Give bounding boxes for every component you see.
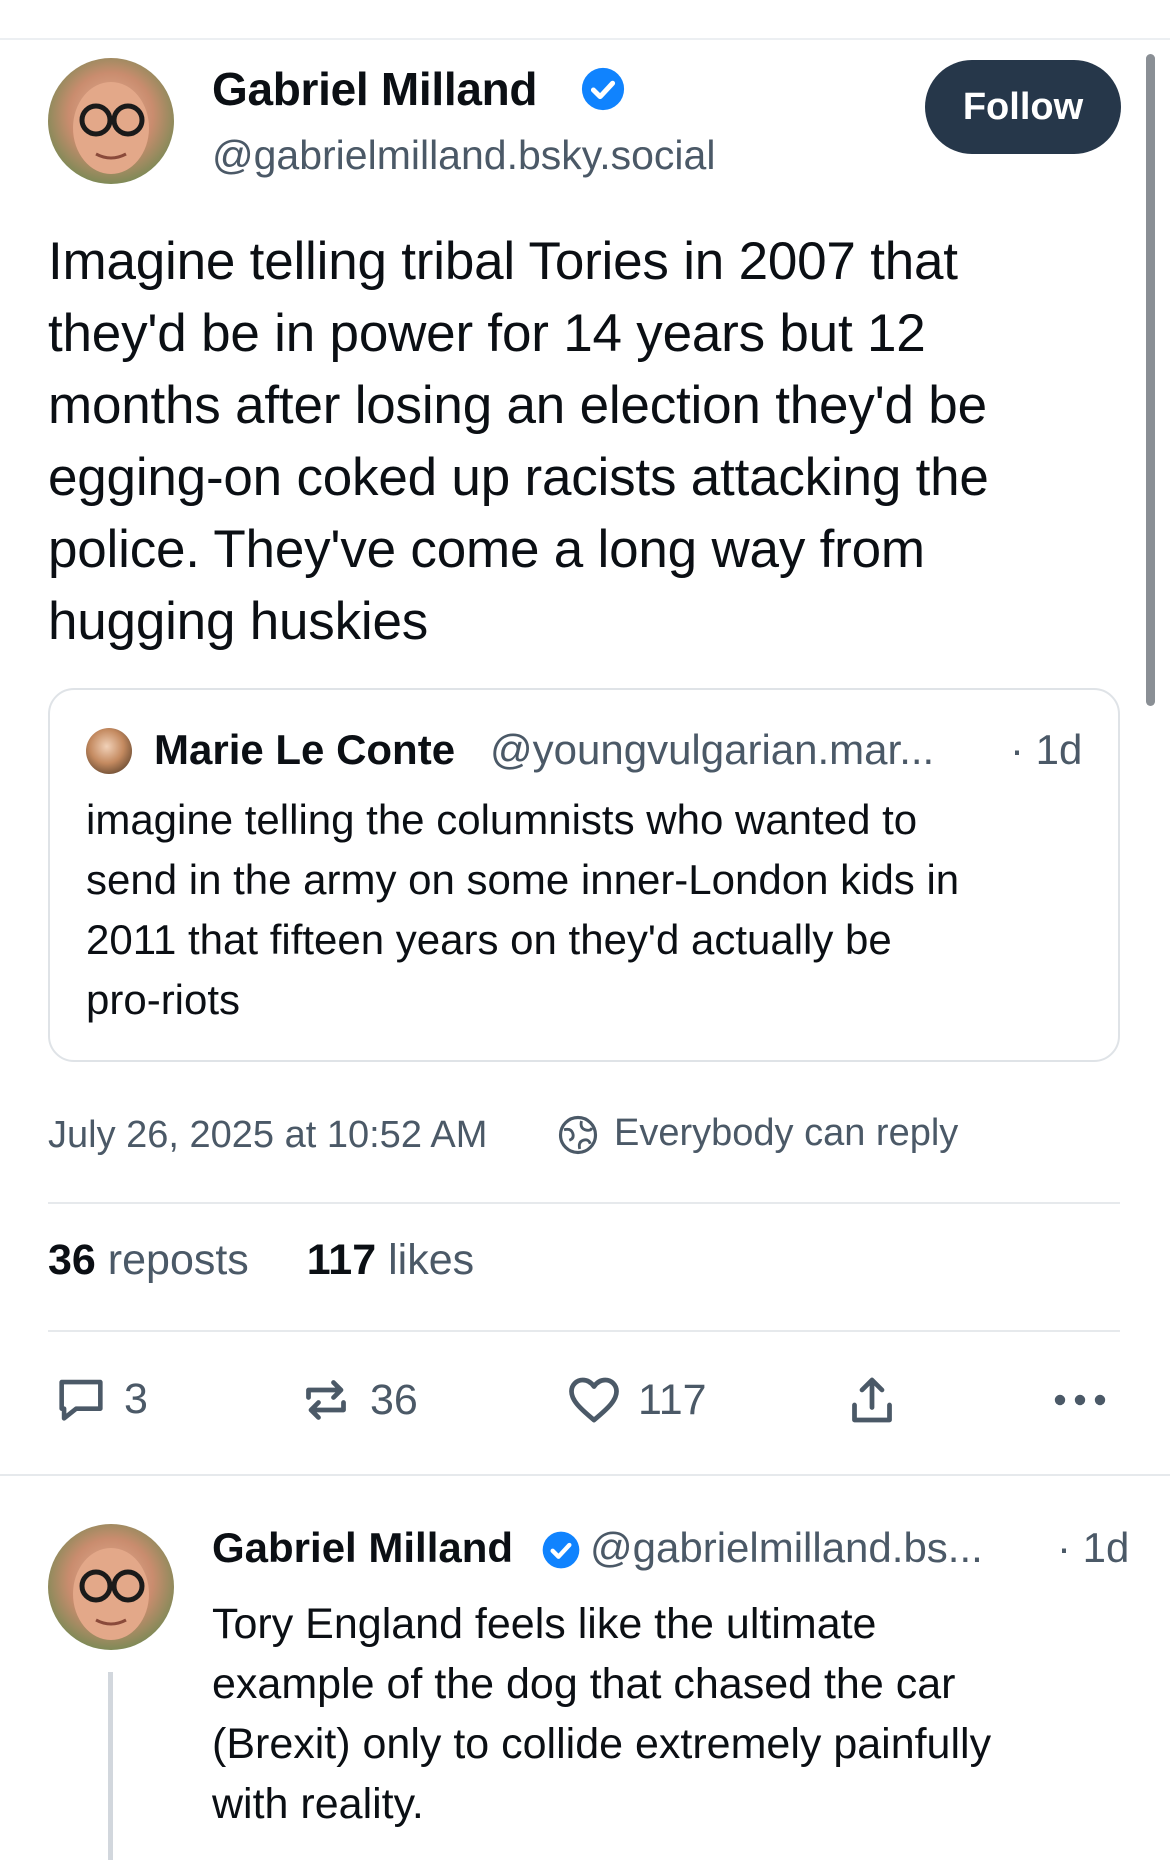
more-options-button[interactable] bbox=[1048, 1370, 1112, 1430]
reply-button[interactable]: 3 bbox=[52, 1370, 148, 1428]
section-divider bbox=[0, 1474, 1170, 1476]
like-button[interactable]: 117 bbox=[564, 1370, 707, 1430]
comment-icon bbox=[59, 1379, 103, 1421]
scrollbar[interactable] bbox=[1146, 54, 1155, 706]
likes-label: likes bbox=[388, 1236, 475, 1284]
repost-button[interactable]: 36 bbox=[296, 1370, 418, 1430]
like-count: 117 bbox=[638, 1375, 707, 1424]
author-handle[interactable]: @gabrielmilland.bsky.social bbox=[212, 132, 715, 179]
quoted-author-handle[interactable]: @youngvulgarian.mar... bbox=[490, 726, 934, 774]
author-name[interactable]: Gabriel Milland bbox=[212, 62, 538, 116]
repost-count: 36 bbox=[370, 1375, 418, 1424]
post-stats: 36 reposts 117 likes bbox=[48, 1236, 474, 1285]
quoted-post[interactable]: Marie Le Conte @youngvulgarian.mar... · … bbox=[48, 688, 1120, 1062]
reposts-stat[interactable]: 36 reposts bbox=[48, 1236, 249, 1285]
globe-icon bbox=[558, 1115, 598, 1155]
reply-time: · 1d bbox=[1057, 1524, 1130, 1571]
more-horizontal-icon bbox=[1054, 1394, 1106, 1406]
likes-stat[interactable]: 117 likes bbox=[307, 1236, 474, 1285]
reposts-count: 36 bbox=[48, 1236, 96, 1284]
reply-text: Tory England feels like the ultimate exa… bbox=[212, 1600, 992, 1828]
thread-line bbox=[108, 1672, 113, 1860]
quoted-post-time: · 1d bbox=[1010, 726, 1083, 773]
likes-count: 117 bbox=[306, 1236, 377, 1284]
divider bbox=[48, 1202, 1120, 1204]
follow-button[interactable]: Follow bbox=[925, 60, 1121, 154]
heart-icon bbox=[569, 1377, 619, 1423]
share-icon bbox=[852, 1377, 892, 1423]
verified-badge-icon bbox=[581, 67, 625, 111]
verified-badge-icon bbox=[542, 1531, 580, 1569]
post-date: July 26, 2025 at 10:52 AM bbox=[48, 1114, 488, 1156]
repost-icon bbox=[306, 1380, 346, 1420]
share-button[interactable] bbox=[842, 1370, 902, 1430]
post-text: Imagine telling tribal Tories in 2007 th… bbox=[48, 232, 989, 651]
reply-count: 3 bbox=[124, 1374, 148, 1423]
top-divider bbox=[0, 38, 1170, 40]
reposts-label: reposts bbox=[107, 1236, 249, 1284]
quoted-author-avatar[interactable] bbox=[86, 728, 132, 774]
quoted-author-name[interactable]: Marie Le Conte bbox=[154, 726, 455, 774]
reply-setting[interactable]: Everybody can reply bbox=[614, 1112, 958, 1155]
quoted-post-text: imagine telling the columnists who wante… bbox=[86, 796, 960, 1023]
reply-author-avatar[interactable] bbox=[48, 1524, 174, 1650]
reply-author-name[interactable]: Gabriel Milland bbox=[212, 1524, 513, 1572]
author-avatar[interactable] bbox=[48, 58, 174, 184]
reply-author-handle[interactable]: @gabrielmilland.bs... bbox=[590, 1524, 983, 1572]
divider bbox=[48, 1330, 1120, 1332]
